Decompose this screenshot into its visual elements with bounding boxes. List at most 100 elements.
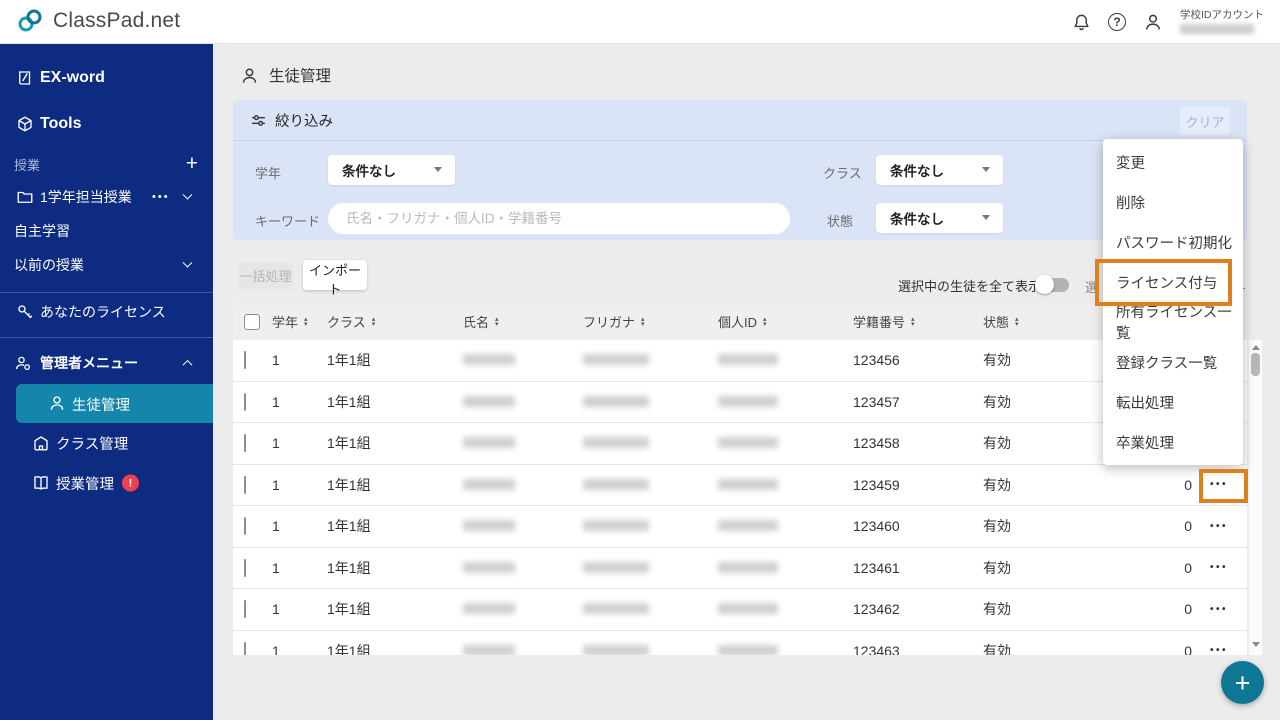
scroll-down-arrow-icon[interactable] <box>1251 642 1260 647</box>
name-cell-redacted <box>463 643 583 655</box>
sort-icon[interactable]: ▴ ▾ <box>1015 316 1019 328</box>
clear-filter-button[interactable]: クリア <box>1180 107 1230 135</box>
keyword-filter-label: キーワード <box>255 214 321 229</box>
column-header[interactable]: フリガナ ▴ ▾ <box>583 312 718 331</box>
column-header-label: 個人ID <box>718 315 758 330</box>
student-number-cell: 123458 <box>853 435 900 452</box>
row-checkbox[interactable] <box>244 558 246 577</box>
kana-cell-redacted <box>583 352 718 368</box>
class-cell: 1年1組 <box>327 642 371 655</box>
divider <box>233 140 1247 141</box>
redacted-text <box>463 437 515 449</box>
help-icon[interactable]: ? <box>1108 13 1126 31</box>
row-checkbox[interactable] <box>244 475 246 494</box>
scroll-up-arrow-icon[interactable] <box>1251 345 1260 350</box>
column-header[interactable]: 個人ID ▴ ▾ <box>718 312 853 331</box>
alert-badge: ! <box>122 474 139 492</box>
classpad-logo[interactable]: ClassPad.net <box>16 7 180 35</box>
redacted-text <box>718 437 778 449</box>
bulk-action-button[interactable]: 一括処理 <box>238 262 293 289</box>
redacted-text <box>718 561 778 573</box>
add-lesson-button[interactable]: + <box>186 153 198 174</box>
personal-id-cell-redacted <box>718 477 853 493</box>
sort-icon[interactable]: ▴ ▾ <box>495 316 499 328</box>
sidebar-item-class-management[interactable]: クラス管理 <box>0 429 213 457</box>
folder-options-icon[interactable]: ••• <box>152 191 170 203</box>
grade-cell: 1 <box>272 476 280 493</box>
table-row: 1 1年1組 123463 有効 0 ••• <box>233 630 1247 655</box>
row-more-options-button[interactable]: ••• <box>1202 474 1236 496</box>
row-more-options-button[interactable]: ••• <box>1202 598 1236 620</box>
row-checkbox[interactable] <box>244 434 246 453</box>
chevron-down-icon[interactable] <box>182 257 193 268</box>
sidebar-item-admin-menu[interactable]: 管理者メニュー <box>0 349 213 377</box>
chevron-down-icon[interactable] <box>182 189 193 200</box>
context-menu-item[interactable]: 登録クラス一覧 <box>1103 342 1243 382</box>
personal-id-cell-redacted <box>718 560 853 576</box>
license-count-cell: 0 <box>1184 642 1192 655</box>
column-header[interactable]: 氏名 ▴ ▾ <box>463 312 583 331</box>
context-menu-item[interactable]: 卒業処理 <box>1103 422 1243 462</box>
table-scrollbar[interactable] <box>1249 340 1262 655</box>
sidebar-item-lesson-folder[interactable]: 1学年担当授業 ••• <box>0 183 213 211</box>
status-filter-select[interactable]: 条件なし <box>876 203 1003 233</box>
table-row: 1 1年1組 123459 有効 0 ••• <box>233 464 1247 506</box>
context-menu-item[interactable]: 削除 <box>1103 182 1243 222</box>
sidebar-item-label: あなたのライセンス <box>40 304 166 320</box>
sidebar-item-lesson-management[interactable]: 授業管理 ! <box>0 469 213 497</box>
row-more-options-button[interactable]: ••• <box>1202 557 1236 579</box>
redacted-text <box>718 520 778 532</box>
account-info[interactable]: 学校IDアカウント <box>1180 10 1266 34</box>
column-header[interactable]: 学年 ▴ ▾ <box>272 312 327 331</box>
user-account-icon[interactable] <box>1143 12 1163 32</box>
status-filter-value: 条件なし <box>890 212 944 227</box>
table-row: 1 1年1組 123460 有効 0 ••• <box>233 506 1247 548</box>
tools-cube-icon <box>16 115 34 133</box>
context-menu-item[interactable]: 転出処理 <box>1103 382 1243 422</box>
kana-cell-redacted <box>583 477 718 493</box>
sort-icon[interactable]: ▴ ▾ <box>372 316 376 328</box>
sidebar-item-tools[interactable]: Tools <box>0 110 213 138</box>
folder-icon <box>16 188 34 206</box>
show-selected-toggle[interactable] <box>1035 275 1069 294</box>
class-filter-select[interactable]: 条件なし <box>876 155 1003 185</box>
sidebar-item-label: 以前の授業 <box>14 257 84 273</box>
notification-bell-icon[interactable] <box>1071 12 1091 32</box>
sort-icon[interactable]: ▴ ▾ <box>911 316 915 328</box>
sidebar-item-label: 1学年担当授業 <box>40 189 132 205</box>
row-more-options-button[interactable]: ••• <box>1202 640 1236 655</box>
redacted-text <box>463 644 515 655</box>
sidebar-item-your-license[interactable]: あなたのライセンス <box>0 298 213 326</box>
import-button[interactable]: インポート <box>303 260 367 297</box>
sidebar-item-self-study[interactable]: 自主学習 <box>0 217 213 245</box>
keyword-search-input[interactable] <box>328 203 790 234</box>
context-menu-item[interactable]: ライセンス付与 <box>1103 262 1243 302</box>
grade-cell: 1 <box>272 559 280 576</box>
sidebar-item-exword[interactable]: EX-word <box>0 64 213 92</box>
column-header[interactable]: 学籍番号 ▴ ▾ <box>853 312 983 331</box>
sort-icon[interactable]: ▴ ▾ <box>641 316 645 328</box>
sort-icon[interactable]: ▴ ▾ <box>763 316 767 328</box>
row-checkbox[interactable] <box>244 392 246 411</box>
scrollbar-thumb[interactable] <box>1251 353 1260 376</box>
context-menu-item[interactable]: 変更 <box>1103 142 1243 182</box>
column-header[interactable]: クラス ▴ ▾ <box>327 312 463 331</box>
row-checkbox[interactable] <box>244 517 246 536</box>
redacted-text <box>583 437 649 449</box>
context-menu-item[interactable]: パスワード初期化 <box>1103 222 1243 262</box>
row-more-options-button[interactable]: ••• <box>1202 515 1236 537</box>
grade-filter-select[interactable]: 条件なし <box>328 155 455 185</box>
redacted-text <box>718 603 778 615</box>
row-checkbox[interactable] <box>244 600 246 619</box>
row-checkbox[interactable] <box>244 351 246 370</box>
license-count-cell: 0 <box>1184 518 1192 535</box>
sidebar-item-student-management-active[interactable]: 生徒管理 <box>16 384 213 423</box>
chevron-up-icon[interactable] <box>182 359 193 370</box>
add-student-fab[interactable]: + <box>1221 661 1264 704</box>
select-all-checkbox[interactable] <box>244 313 260 330</box>
row-checkbox[interactable] <box>244 641 246 655</box>
context-menu-item[interactable]: 所有ライセンス一覧 <box>1103 302 1243 342</box>
sort-icon[interactable]: ▴ ▾ <box>304 316 308 328</box>
school-building-icon <box>32 434 50 452</box>
sidebar-item-previous-lessons[interactable]: 以前の授業 <box>0 251 213 279</box>
